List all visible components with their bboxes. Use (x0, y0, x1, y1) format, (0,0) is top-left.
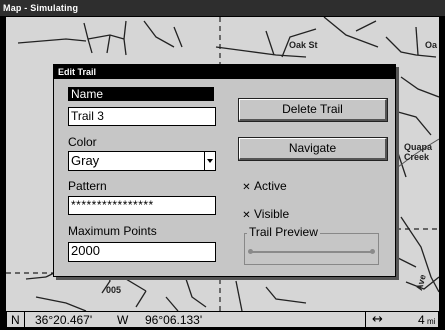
scale-value: 4 (418, 313, 425, 327)
max-points-field[interactable]: 2000 (68, 242, 216, 262)
visible-checkbox[interactable]: ✕ (242, 211, 251, 221)
trail-preview-line (250, 251, 372, 253)
map-label-route: 005 (106, 285, 122, 295)
dialog-title: Edit Trail (54, 65, 395, 79)
visible-label: Visible (254, 207, 290, 221)
active-label: Active (254, 179, 287, 193)
pattern-label: Pattern (68, 179, 107, 193)
color-select-value: Gray (71, 153, 100, 168)
map-label-town: Quapa (404, 142, 433, 152)
trail-preview-start-dot (248, 249, 253, 254)
latitude-value: 36°20.467' (35, 313, 93, 327)
pattern-field[interactable]: **************** (68, 196, 216, 215)
navigate-button[interactable]: Navigate (238, 137, 388, 161)
window-title: Map - Simulating (0, 0, 445, 16)
visible-checkbox-row[interactable]: ✕ Visible (242, 207, 289, 221)
name-field[interactable]: Trail 3 (68, 107, 216, 126)
active-checkbox[interactable]: ✕ (242, 183, 251, 193)
status-bar: N 36°20.467' W 96°06.133' ↔ 4 mi (6, 311, 439, 328)
status-divider (365, 312, 366, 327)
latitude-hemisphere: N (11, 313, 20, 327)
screen: Map - Simulating Oak St Oa Quapa Creek 0… (0, 0, 445, 330)
longitude-value: 96°06.133' (145, 313, 203, 327)
scale-unit: mi (427, 317, 436, 326)
active-checkbox-row[interactable]: ✕ Active (242, 179, 287, 193)
delete-trail-button[interactable]: Delete Trail (238, 98, 388, 122)
edit-trail-dialog: Edit Trail Name Trail 3 Color Gray Patte… (53, 64, 396, 277)
horizontal-double-arrow-icon: ↔ (372, 312, 383, 327)
status-divider (24, 312, 25, 327)
map-label-oak-st: Oak St (289, 40, 318, 50)
color-select[interactable]: Gray (68, 151, 216, 171)
trail-preview-label: Trail Preview (247, 225, 320, 239)
name-label: Name (68, 87, 214, 101)
color-label: Color (68, 135, 97, 149)
map-label-oak-st-edge: Oa (425, 40, 438, 50)
max-points-label: Maximum Points (68, 224, 157, 238)
map-label-creek: Creek (404, 152, 430, 162)
trail-preview-end-dot (370, 249, 375, 254)
longitude-hemisphere: W (117, 313, 129, 327)
chevron-down-icon[interactable] (204, 152, 215, 170)
